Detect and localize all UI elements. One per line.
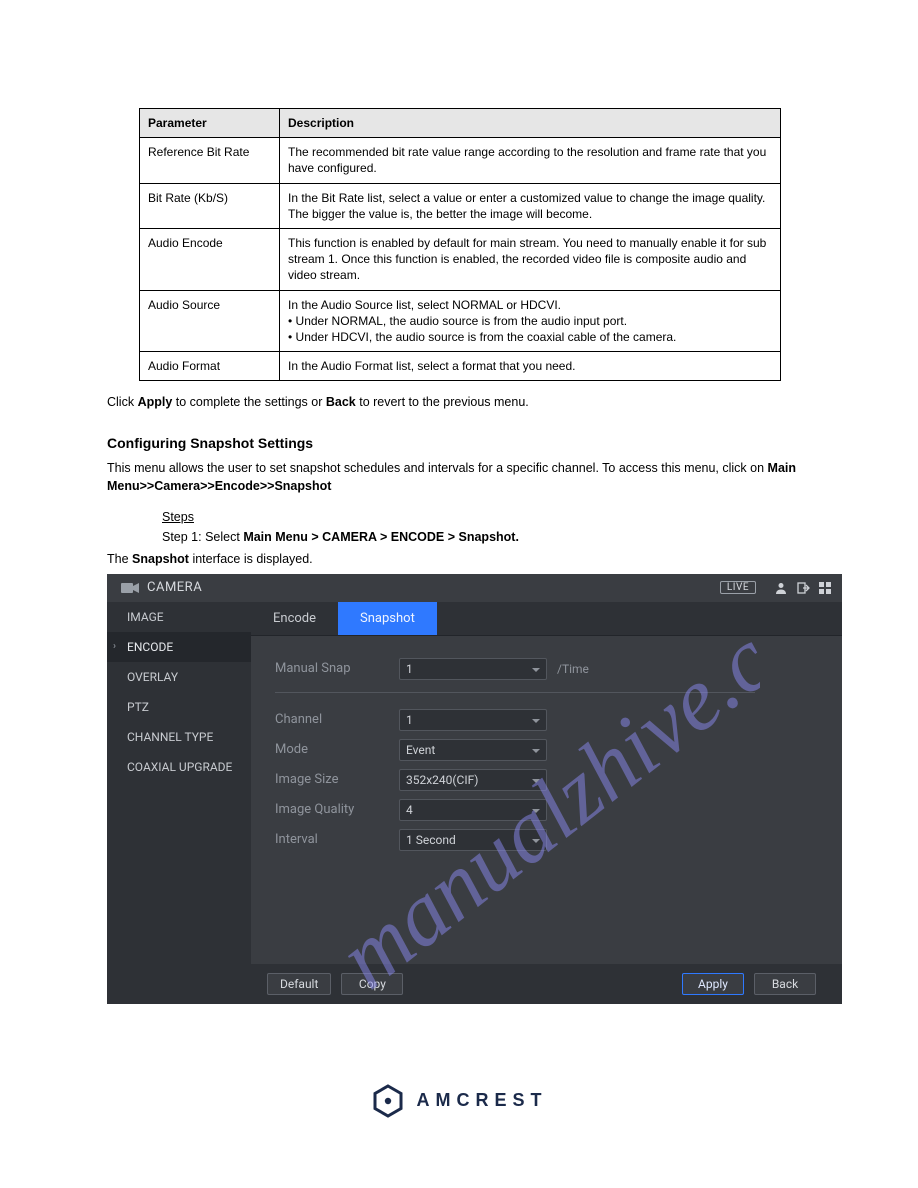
select-channel[interactable]: 1 <box>399 709 547 731</box>
divider <box>275 692 755 693</box>
td-desc: In the Audio Format list, select a forma… <box>280 352 781 381</box>
back-word: Back <box>326 395 356 409</box>
camera-app-window: CAMERA LIVE IMAGE › ENCODE OVERLAY PTZ CH… <box>107 574 842 1004</box>
td-param: Audio Format <box>140 352 280 381</box>
app-body: IMAGE › ENCODE OVERLAY PTZ CHANNEL TYPE C… <box>107 602 842 1004</box>
txt: Click <box>107 395 138 409</box>
user-icon[interactable] <box>774 581 788 595</box>
copy-button[interactable]: Copy <box>341 973 403 995</box>
caret-icon: › <box>113 641 116 652</box>
button-bar: Default Copy Apply Back <box>251 964 842 1004</box>
txt: to complete the settings or <box>172 395 326 409</box>
row-image-quality: Image Quality 4 <box>275 795 818 825</box>
tab-snapshot[interactable]: Snapshot <box>338 602 437 635</box>
table-head-row: Parameter Description <box>140 109 781 138</box>
parameters-table: Parameter Description Reference Bit Rate… <box>139 108 781 381</box>
sidebar: IMAGE › ENCODE OVERLAY PTZ CHANNEL TYPE C… <box>107 602 251 1004</box>
tab-encode[interactable]: Encode <box>251 602 338 635</box>
substep: The Snapshot interface is displayed. <box>107 552 807 566</box>
td-desc: The recommended bit rate value range acc… <box>280 138 781 183</box>
table-row: Audio Encode This function is enabled by… <box>140 228 781 290</box>
sidebar-item-overlay[interactable]: OVERLAY <box>107 662 251 692</box>
logout-icon[interactable] <box>796 581 810 595</box>
label-manual-snap: Manual Snap <box>275 661 399 676</box>
snapshot-word: Snapshot <box>132 552 189 566</box>
titlebar: CAMERA LIVE <box>107 574 842 602</box>
brand-logo: AMCREST <box>334 1084 584 1118</box>
tab-bar: Encode Snapshot <box>251 602 842 636</box>
step-number: Step 1: <box>162 530 205 544</box>
suffix-time: /Time <box>557 662 589 676</box>
select-interval[interactable]: 1 Second <box>399 829 547 851</box>
apply-word: Apply <box>138 395 173 409</box>
row-mode: Mode Event <box>275 735 818 765</box>
sidebar-item-channel-type[interactable]: CHANNEL TYPE <box>107 722 251 752</box>
apply-back-note: Click Apply to complete the settings or … <box>107 395 807 409</box>
sidebar-item-coaxial-upgrade[interactable]: COAXIAL UPGRADE <box>107 752 251 782</box>
label-interval: Interval <box>275 832 399 847</box>
th-description: Description <box>280 109 781 138</box>
main-pane: Encode Snapshot Manual Snap 1 /Time Chan… <box>251 602 842 1004</box>
back-button[interactable]: Back <box>754 973 816 995</box>
td-param: Bit Rate (Kb/S) <box>140 183 280 228</box>
row-manual-snap: Manual Snap 1 /Time <box>275 654 818 684</box>
label-image-size: Image Size <box>275 772 399 787</box>
sidebar-item-ptz[interactable]: PTZ <box>107 692 251 722</box>
txt: Select <box>205 530 243 544</box>
label-mode: Mode <box>275 742 399 757</box>
txt: to revert to the previous menu. <box>356 395 529 409</box>
live-badge: LIVE <box>720 581 756 594</box>
table-row: Reference Bit Rate The recommended bit r… <box>140 138 781 183</box>
brand-name: AMCREST <box>417 1090 548 1111</box>
menu-path: Main Menu > CAMERA > ENCODE > Snapshot. <box>243 530 519 544</box>
steps-heading: Steps <box>162 510 918 524</box>
sidebar-item-image[interactable]: IMAGE <box>107 602 251 632</box>
select-value: 352x240(CIF) <box>406 773 478 787</box>
table-row: Audio Source In the Audio Source list, s… <box>140 290 781 352</box>
label-image-quality: Image Quality <box>275 802 399 817</box>
select-image-size[interactable]: 352x240(CIF) <box>399 769 547 791</box>
sidebar-item-encode[interactable]: › ENCODE <box>107 632 251 662</box>
row-image-size: Image Size 352x240(CIF) <box>275 765 818 795</box>
grid-icon[interactable] <box>818 581 832 595</box>
select-value: 1 <box>406 713 413 727</box>
select-value: 4 <box>406 803 413 817</box>
td-desc: In the Bit Rate list, select a value or … <box>280 183 781 228</box>
td-desc: This function is enabled by default for … <box>280 228 781 290</box>
select-value: 1 Second <box>406 833 456 847</box>
table-row: Audio Format In the Audio Format list, s… <box>140 352 781 381</box>
th-parameter: Parameter <box>140 109 280 138</box>
amcrest-hex-icon <box>371 1084 405 1118</box>
td-desc: In the Audio Source list, select NORMAL … <box>280 290 781 352</box>
txt: This menu allows the user to set snapsho… <box>107 461 764 475</box>
td-param: Audio Encode <box>140 228 280 290</box>
section-heading: Configuring Snapshot Settings <box>107 435 918 451</box>
txt: interface is displayed. <box>189 552 313 566</box>
td-param: Reference Bit Rate <box>140 138 280 183</box>
default-button[interactable]: Default <box>267 973 331 995</box>
row-interval: Interval 1 Second <box>275 825 818 855</box>
row-channel: Channel 1 <box>275 705 818 735</box>
section-intro: This menu allows the user to set snapsho… <box>107 459 807 495</box>
select-manual-snap[interactable]: 1 <box>399 658 547 680</box>
label-channel: Channel <box>275 712 399 727</box>
camera-icon <box>121 582 139 594</box>
apply-button[interactable]: Apply <box>682 973 744 995</box>
step-1: Step 1: Select Main Menu > CAMERA > ENCO… <box>162 530 802 544</box>
select-mode[interactable]: Event <box>399 739 547 761</box>
select-value: Event <box>406 743 435 757</box>
sidebar-item-label: ENCODE <box>127 640 173 654</box>
txt: The <box>107 552 132 566</box>
window-title: CAMERA <box>147 580 202 595</box>
select-value: 1 <box>406 662 413 676</box>
snapshot-form: Manual Snap 1 /Time Channel 1 Mode Event… <box>251 636 842 964</box>
table-row: Bit Rate (Kb/S) In the Bit Rate list, se… <box>140 183 781 228</box>
td-param: Audio Source <box>140 290 280 352</box>
select-image-quality[interactable]: 4 <box>399 799 547 821</box>
parameters-table-wrap: Parameter Description Reference Bit Rate… <box>139 108 779 381</box>
